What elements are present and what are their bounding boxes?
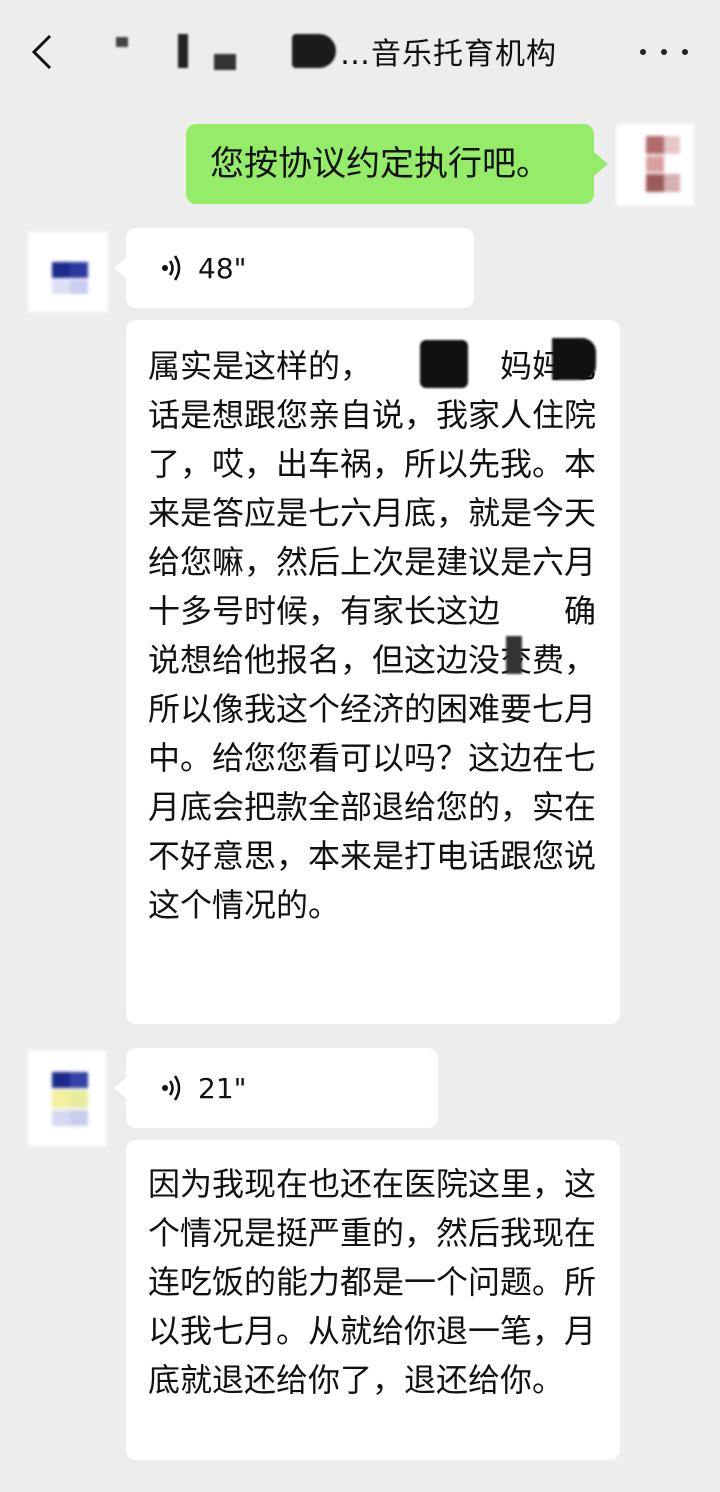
message-bubble-incoming[interactable]: 因为我现在也还在医院这里，这个情况是挺严重的，然后我现在连吃饭的能力都是一个问题… (126, 1140, 620, 1460)
redacted-name-part (214, 54, 236, 70)
more-dots-icon (640, 49, 646, 55)
message-bubble-incoming[interactable]: 属实是这样的， ， 妈妈电话是想跟您亲自说，我家人住院了，哎，出车祸，所以先我。… (126, 320, 620, 1024)
voice-message[interactable]: 21" (114, 1048, 438, 1128)
redacted-name-part (178, 34, 188, 68)
message-text: 属实是这样的， ， 妈妈电话是想跟您亲自说，我家人住院了，哎，出车祸，所以先我。… (148, 347, 597, 924)
message-bubble-outgoing[interactable]: 您按协议约定执行吧。 (186, 124, 608, 204)
voice-wave-icon (162, 255, 181, 281)
redacted-name (552, 338, 596, 380)
contact-avatar[interactable] (28, 1050, 106, 1146)
more-button[interactable] (640, 38, 688, 66)
message-text: 因为我现在也还在医院这里，这个情况是挺严重的，然后我现在连吃饭的能力都是一个问题… (148, 1165, 597, 1399)
chat-title-text: …音乐托育机构 (340, 37, 557, 72)
redacted-name-part (292, 34, 336, 68)
chat-header: …音乐托育机构 (0, 0, 720, 100)
voice-wave-icon (162, 1075, 181, 1101)
chat-title: …音乐托育机构 (110, 26, 610, 76)
redacted-name (506, 636, 522, 674)
voice-duration: 48" (198, 251, 247, 285)
self-avatar[interactable] (616, 124, 694, 206)
chevron-left-icon (31, 34, 52, 70)
voice-message[interactable]: 48" (114, 228, 474, 308)
contact-avatar[interactable] (28, 232, 108, 312)
message-text: 您按协议约定执行吧。 (210, 144, 550, 184)
voice-duration: 21" (198, 1071, 247, 1105)
redacted-name (420, 340, 468, 388)
back-button[interactable] (22, 32, 62, 72)
redacted-name-part (116, 37, 128, 47)
